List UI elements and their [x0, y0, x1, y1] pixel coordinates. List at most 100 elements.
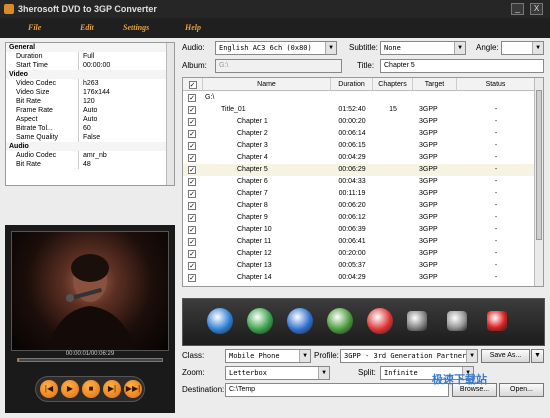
menu-edit[interactable]: Edit — [80, 23, 94, 32]
cell-name: Chapter 13 — [237, 262, 272, 269]
property-row[interactable]: Aspect Auto — [6, 115, 174, 124]
table-row[interactable]: ✓ Chapter 4 00:04:29 3GPP - — [183, 152, 535, 164]
row-checkbox[interactable]: ✓ — [188, 214, 196, 222]
snapshot-icon[interactable] — [367, 308, 393, 334]
property-row[interactable]: Bit Rate 120 — [6, 97, 174, 106]
next-button[interactable]: ▶| — [103, 380, 121, 398]
row-checkbox[interactable]: ✓ — [188, 274, 196, 282]
previous-button[interactable]: |◀ — [40, 380, 58, 398]
title-field[interactable]: Chapter 5 — [380, 59, 544, 73]
clip-icon[interactable] — [327, 308, 353, 334]
stop-icon[interactable] — [447, 311, 467, 331]
cell-status: - — [494, 262, 498, 269]
profile-label: Profile: — [314, 351, 339, 360]
minimize-button[interactable]: _ — [511, 3, 524, 15]
table-row[interactable]: ✓ Chapter 12 00:20:00 3GPP - — [183, 248, 535, 260]
row-checkbox[interactable]: ✓ — [188, 118, 196, 126]
row-checkbox[interactable]: ✓ — [188, 238, 196, 246]
property-row[interactable]: Video Size 176x144 — [6, 88, 174, 97]
header-target[interactable]: Target — [413, 78, 457, 91]
record-icon[interactable] — [487, 311, 507, 331]
open-dvd-icon[interactable] — [207, 308, 233, 334]
table-row[interactable]: ✓ Chapter 7 00:11:19 3GPP - — [183, 188, 535, 200]
menu-settings[interactable]: Settings — [123, 23, 149, 32]
table-row[interactable]: ✓ Title_01 01:52:40 15 3GPP - — [183, 104, 535, 116]
property-key: General — [9, 44, 36, 51]
row-checkbox[interactable]: ✓ — [188, 226, 196, 234]
preview-player: 00:00:01/00:06:29 |◀ ▶ ■ ▶| ▶▶| — [5, 225, 175, 413]
seek-bar[interactable] — [17, 358, 163, 362]
save-as-dropdown[interactable]: ▼ — [531, 349, 544, 363]
row-checkbox[interactable]: ✓ — [188, 178, 196, 186]
property-row[interactable]: Frame Rate Auto — [6, 106, 174, 115]
row-checkbox[interactable]: ✓ — [188, 166, 196, 174]
table-row[interactable]: ✓ Chapter 9 00:06:12 3GPP - — [183, 212, 535, 224]
album-field[interactable]: G:\ — [215, 59, 342, 73]
table-row[interactable]: ✓ Chapter 8 00:06:20 3GPP - — [183, 200, 535, 212]
table-row[interactable]: ✓ Chapter 14 00:04:29 3GPP - — [183, 272, 535, 284]
table-row[interactable]: ✓ Chapter 10 00:06:39 3GPP - — [183, 224, 535, 236]
end-button[interactable]: ▶▶| — [124, 380, 142, 398]
cell-target: 3GPP — [419, 262, 438, 269]
property-row[interactable]: Duration Full — [6, 52, 174, 61]
table-row[interactable]: ✓ Chapter 1 00:00:20 3GPP - — [183, 116, 535, 128]
header-status[interactable]: Status — [457, 78, 535, 91]
property-row[interactable]: Audio Codec amr_nb — [6, 151, 174, 160]
open-button[interactable]: Open... — [499, 383, 544, 397]
save-as-button[interactable]: Save As... — [481, 349, 530, 363]
table-row[interactable]: ✓ Chapter 3 00:06:15 3GPP - — [183, 140, 535, 152]
profile-select[interactable]: 3GPP - 3rd Generation Partnership ▼ — [340, 349, 478, 363]
destination-field[interactable]: C:\Temp — [225, 383, 449, 397]
angle-select[interactable]: ▼ — [501, 41, 544, 55]
subtitle-select[interactable]: None ▼ — [380, 41, 466, 55]
menu-file[interactable]: File — [28, 23, 41, 32]
pause-icon[interactable] — [407, 311, 427, 331]
table-row[interactable]: ✓ G:\ — [183, 92, 535, 104]
zoom-select[interactable]: Letterbox ▼ — [225, 366, 330, 380]
cell-status: - — [494, 118, 498, 125]
scroll-thumb[interactable] — [536, 90, 542, 240]
row-checkbox[interactable]: ✓ — [188, 130, 196, 138]
row-checkbox[interactable]: ✓ — [188, 202, 196, 210]
close-button[interactable]: X — [530, 3, 543, 15]
row-checkbox[interactable]: ✓ — [188, 190, 196, 198]
settings-icon[interactable] — [287, 308, 313, 334]
table-row[interactable]: ✓ Chapter 11 00:06:41 3GPP - — [183, 236, 535, 248]
class-select[interactable]: Mobile Phone ▼ — [225, 349, 311, 363]
menu-help[interactable]: Help — [185, 23, 201, 32]
row-checkbox[interactable]: ✓ — [188, 106, 196, 114]
property-row[interactable]: Video Codec h263 — [6, 79, 174, 88]
table-row[interactable]: ✓ Chapter 13 00:05:37 3GPP - — [183, 260, 535, 272]
header-chapters[interactable]: Chapters — [373, 78, 413, 91]
cell-target: 3GPP — [419, 214, 438, 221]
property-row[interactable]: Bit Rate 48 — [6, 160, 174, 169]
row-checkbox[interactable]: ✓ — [188, 142, 196, 150]
properties-scrollbar[interactable] — [166, 43, 174, 185]
cell-name: Title_01 — [221, 106, 246, 113]
row-checkbox[interactable]: ✓ — [188, 154, 196, 162]
row-checkbox[interactable]: ✓ — [188, 262, 196, 270]
list-scrollbar[interactable] — [534, 78, 543, 286]
watermark-logo: 极速下载站 — [432, 374, 487, 386]
header-duration[interactable]: Duration — [331, 78, 373, 91]
properties-panel[interactable]: General Duration Full Start Time 00:00:00 Vid… — [5, 42, 175, 186]
add-icon[interactable] — [247, 308, 273, 334]
cell-status: - — [494, 226, 498, 233]
header-check[interactable]: ✓ — [183, 78, 203, 91]
property-key: Video Codec — [16, 80, 56, 87]
subtitle-value: None — [384, 44, 401, 52]
header-name[interactable]: Name — [203, 78, 331, 91]
app-icon — [4, 4, 14, 14]
row-checkbox[interactable]: ✓ — [188, 250, 196, 258]
property-row[interactable]: Same Quality False — [6, 133, 174, 142]
stop-button[interactable]: ■ — [82, 380, 100, 398]
table-row[interactable]: ✓ Chapter 6 00:04:33 3GPP - — [183, 176, 535, 188]
play-button[interactable]: ▶ — [61, 380, 79, 398]
row-checkbox[interactable]: ✓ — [188, 94, 196, 102]
audio-select[interactable]: English AC3 6ch (0x80) ▼ — [215, 41, 337, 55]
table-row[interactable]: ✓ Chapter 5 00:06:29 3GPP - — [183, 164, 535, 176]
property-row[interactable]: Start Time 00:00:00 — [6, 61, 174, 70]
chapter-list[interactable]: ✓ Name Duration Chapters Target Status ✓… — [182, 77, 544, 287]
table-row[interactable]: ✓ Chapter 2 00:06:14 3GPP - — [183, 128, 535, 140]
property-row[interactable]: Bitrate Tol... 60 — [6, 124, 174, 133]
